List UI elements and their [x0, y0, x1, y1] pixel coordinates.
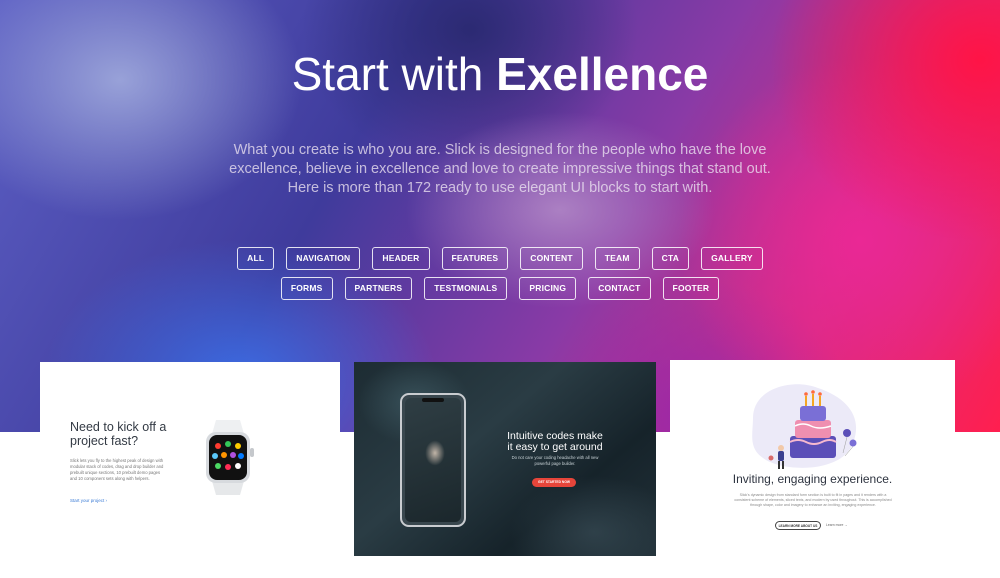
filter-cta[interactable]: CTA [651, 247, 690, 270]
card-body: Slick lets you fly to the highest peak o… [70, 458, 164, 481]
filter-row-2: FORMS PARTNERS TESTMONIALS PRICING CONTACT FO… [0, 277, 1000, 300]
filter-row-1: ALL NAVIGATION HEADER FEATURES CONTENT TEAM CT… [0, 247, 1000, 270]
learn-more-button[interactable]: LEARN MORE ABOUT US [775, 521, 821, 530]
filter-forms[interactable]: FORMS [280, 277, 333, 300]
hero-title-bold: Exellence [496, 48, 709, 100]
phone-notch [422, 398, 444, 402]
start-project-link[interactable]: Start your project › [70, 498, 107, 503]
hero-title: Start with Exellence [0, 46, 1000, 102]
phone-mockup [400, 393, 466, 527]
preview-card-intuitive[interactable]: Intuitive codes make it easy to get arou… [354, 362, 656, 556]
birthday-cake-illustration [752, 384, 857, 469]
card-subtitle: Do not care your coding headache with al… [511, 455, 599, 466]
filter-features[interactable]: FEATURES [441, 247, 509, 270]
filter-all[interactable]: ALL [237, 247, 275, 270]
learn-more-link[interactable]: Learn more → [826, 521, 848, 530]
phone-screen [405, 398, 461, 522]
get-started-button[interactable]: GET STARTED NOW [532, 478, 576, 487]
filter-team[interactable]: TEAM [594, 247, 640, 270]
filter-footer[interactable]: FOOTER [662, 277, 720, 300]
card-title: Inviting, engaging experience. [732, 472, 893, 486]
filter-header[interactable]: HEADER [372, 247, 430, 270]
preview-card-kickoff[interactable]: Need to kick off a project fast? Slick l… [40, 362, 340, 578]
filter-contact[interactable]: CONTACT [588, 277, 651, 300]
filter-testimonials[interactable]: TESTMONIALS [424, 277, 508, 300]
card-title: Intuitive codes make it easy to get arou… [507, 430, 603, 453]
filter-pricing[interactable]: PRICING [519, 277, 577, 300]
smartwatch-image [206, 420, 254, 495]
filter-content[interactable]: CONTENT [520, 247, 583, 270]
filter-gallery[interactable]: GALLERY [701, 247, 763, 270]
filter-navigation[interactable]: NAVIGATION [286, 247, 361, 270]
card-title: Need to kick off a project fast? [70, 420, 167, 448]
card-body: Slick's dynamic design from standard for… [734, 493, 892, 507]
hero-subtitle: What you create is who you are. Slick is… [229, 142, 771, 196]
filter-partners[interactable]: PARTNERS [344, 277, 413, 300]
preview-card-inviting[interactable]: Inviting, engaging experience. Slick's d… [670, 360, 955, 578]
hero-title-light: Start with [291, 48, 497, 100]
